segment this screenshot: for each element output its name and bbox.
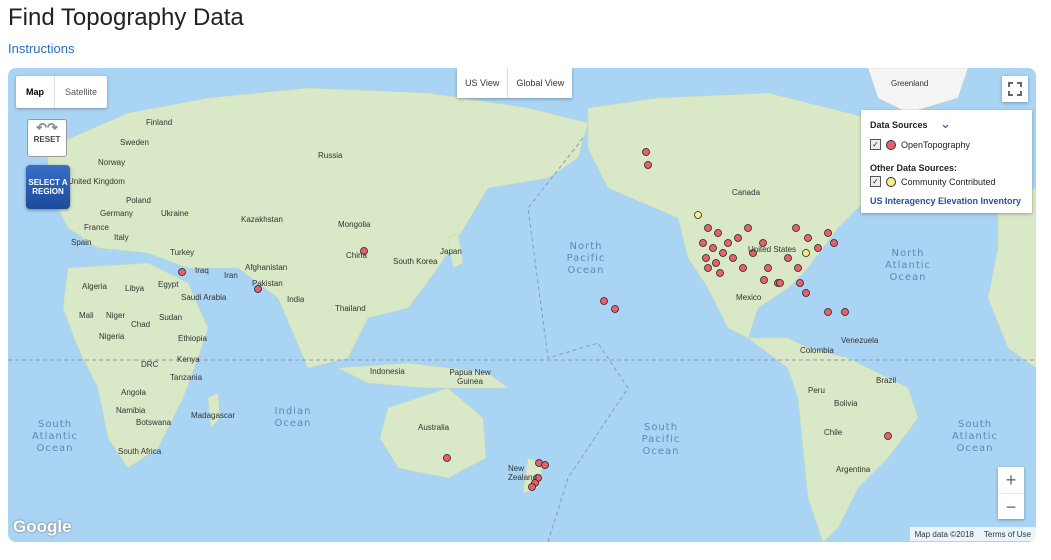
label-south-korea: South Korea (393, 257, 438, 266)
data-sources-legend: Data Sources ⌄ ✓ OpenTopography Other Da… (861, 110, 1032, 213)
label-kenya: Kenya (177, 355, 200, 364)
select-region-button[interactable]: SELECT A REGION (26, 165, 70, 209)
attribution-bar: Map data ©2018 Terms of Use (909, 527, 1036, 541)
label-tanzania: Tanzania (170, 373, 203, 382)
terms-of-use-link[interactable]: Terms of Use (979, 530, 1036, 539)
label-colombia: Colombia (800, 346, 834, 355)
label-nigeria: Nigeria (99, 332, 125, 341)
label-venezuela: Venezuela (841, 336, 879, 345)
legend-opentopo-row: ✓ OpenTopography (870, 139, 970, 150)
map-type-control: Map Satellite (16, 76, 108, 108)
global-view-button[interactable]: Global View (507, 68, 572, 98)
label-mali: Mali (79, 311, 94, 320)
opentopo-label: OpenTopography (901, 139, 971, 150)
label-botswana: Botswana (136, 418, 172, 427)
label-united-states: United States (748, 245, 797, 254)
opentopo-dot-icon (886, 139, 896, 150)
community-checkbox[interactable]: ✓ (870, 176, 881, 187)
legend-other-title: Other Data Sources: (870, 163, 958, 173)
instructions-link[interactable]: Instructions (8, 41, 74, 56)
inventory-link[interactable]: US Interagency Elevation Inventory (870, 196, 1021, 206)
opentopo-checkbox[interactable]: ✓ (870, 139, 881, 150)
fullscreen-icon (1008, 82, 1022, 96)
label-new-zealand: New Zealand (508, 464, 537, 482)
label-indonesia: Indonesia (370, 367, 405, 376)
label-egypt: Egypt (158, 280, 179, 289)
label-south-africa: South Africa (118, 447, 162, 456)
label-sweden: Sweden (120, 138, 149, 147)
label-madagascar: Madagascar (191, 411, 236, 420)
label-japan: Japan (440, 247, 462, 256)
label-india: India (287, 295, 305, 304)
label-norway: Norway (98, 158, 126, 167)
label-canada: Canada (732, 188, 761, 197)
select-region-label: SELECT A REGION (28, 178, 68, 196)
view-buttons: US View Global View (457, 68, 573, 98)
label-china: China (346, 251, 367, 260)
map-data-text: Map data ©2018 (914, 529, 974, 539)
label-namibia: Namibia (116, 406, 146, 415)
map-type-satellite-button[interactable]: Satellite (55, 76, 107, 108)
label-drc: DRC (141, 360, 159, 369)
label-north-pacific: North Pacific Ocean (566, 241, 606, 276)
label-libya: Libya (125, 284, 145, 293)
legend-title: Data Sources (870, 120, 928, 130)
label-france: France (84, 223, 109, 232)
chevron-down-icon[interactable]: ⌄ (940, 116, 951, 132)
label-spain: Spain (71, 238, 92, 247)
community-dot-icon (886, 176, 896, 187)
label-finland: Finland (146, 118, 173, 127)
label-bolivia: Bolivia (834, 399, 858, 408)
label-brazil: Brazil (876, 376, 897, 385)
label-chile: Chile (824, 428, 843, 437)
label-sudan: Sudan (159, 313, 183, 322)
label-saudi-arabia: Saudi Arabia (181, 293, 227, 302)
reset-button[interactable]: ↶↷ RESET (27, 119, 67, 157)
map-type-map-button[interactable]: Map (16, 76, 55, 108)
community-label: Community Contributed (901, 176, 996, 187)
label-russia: Russia (318, 151, 343, 160)
label-niger: Niger (106, 311, 126, 320)
legend-community-row: ✓ Community Contributed (870, 176, 996, 187)
reset-label: RESET (33, 135, 61, 144)
label-south-pacific: South Pacific Ocean (641, 422, 681, 457)
label-mongolia: Mongolia (338, 220, 371, 229)
label-italy: Italy (114, 233, 129, 242)
label-germany: Germany (100, 209, 133, 218)
label-turkey: Turkey (170, 248, 195, 257)
label-afghanistan: Afghanistan (245, 263, 288, 272)
label-algeria: Algeria (82, 282, 107, 291)
label-peru: Peru (808, 386, 825, 395)
fullscreen-button[interactable] (1002, 76, 1028, 102)
label-iraq: Iraq (195, 266, 209, 275)
zoom-in-button[interactable]: + (998, 467, 1024, 493)
label-angola: Angola (121, 388, 146, 397)
label-indian-ocean: Indian Ocean (274, 406, 312, 429)
label-chad: Chad (131, 320, 151, 329)
label-png: Papua New Guinea (449, 368, 491, 386)
reset-arrows-icon: ↶↷ (36, 120, 58, 135)
label-uk: United Kingdom (68, 177, 125, 186)
label-poland: Poland (126, 196, 151, 205)
zoom-out-button[interactable]: − (998, 493, 1024, 520)
label-pakistan: Pakistan (252, 279, 283, 288)
label-ethiopia: Ethiopia (178, 334, 207, 343)
label-north-atlantic: North Atlantic Ocean (884, 248, 932, 283)
label-south-atlantic-right: South Atlantic Ocean (951, 419, 999, 454)
label-south-atlantic-left: South Atlantic Ocean (31, 419, 79, 454)
google-logo: Google (13, 517, 72, 536)
label-iran: Iran (224, 271, 238, 280)
us-view-button[interactable]: US View (457, 68, 507, 98)
label-argentina: Argentina (836, 465, 871, 474)
label-greenland: Greenland (891, 79, 929, 88)
topography-map[interactable]: Finland Sweden Norway United Kingdom Pol… (8, 68, 1036, 542)
label-kazakhstan: Kazakhstan (241, 215, 283, 224)
zoom-control: + − (998, 467, 1024, 519)
label-mexico: Mexico (736, 293, 762, 302)
label-australia: Australia (418, 423, 450, 432)
label-ukraine: Ukraine (161, 209, 189, 218)
page-title: Find Topography Data (8, 4, 244, 31)
label-thailand: Thailand (335, 304, 366, 313)
